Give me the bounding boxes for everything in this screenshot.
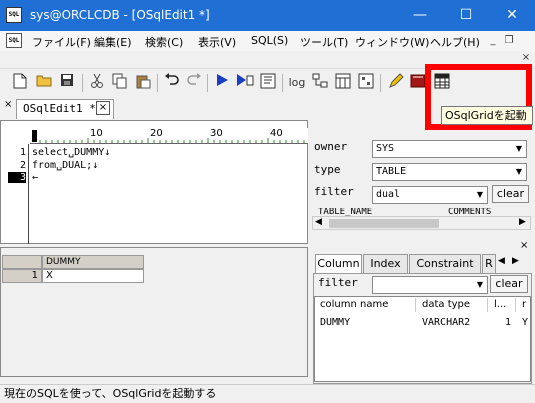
title-bar: SQL sys@ORCLCDB - [OSqlEdit1 *] — ☐ ✕ (0, 0, 535, 31)
ruler-mark: 40 (270, 128, 283, 139)
code-line[interactable]: from␣DUAL;↓ (32, 160, 98, 171)
mdi-close-button[interactable]: × (518, 51, 534, 65)
menu-help[interactable]: ヘルプ(H) (430, 34, 480, 50)
column-header[interactable]: data type (418, 298, 488, 312)
sql-document-icon[interactable]: SQL (6, 33, 22, 48)
code-line[interactable]: select␣DUMMY↓ (32, 147, 110, 158)
close-button[interactable]: ✕ (489, 0, 535, 31)
redo-icon[interactable] (184, 73, 204, 93)
clear-button[interactable]: clear (492, 185, 529, 203)
code-line[interactable]: ← (32, 172, 38, 183)
status-bar: 現在のSQLを使って、OSqlGridを起動する (0, 384, 535, 403)
menu-search[interactable]: 検索(C) (145, 34, 183, 50)
table-browser-icon[interactable] (333, 73, 353, 93)
chevron-down-icon[interactable]: ▼ (512, 164, 526, 180)
schema-icon[interactable] (356, 73, 376, 93)
type-select[interactable]: TABLE (372, 163, 527, 181)
open-folder-icon[interactable] (34, 73, 54, 93)
toolbar-separator (82, 74, 83, 92)
tab-scroll-left-icon[interactable]: ◀ (498, 256, 505, 266)
line-number: 1 (19, 147, 26, 158)
tab-index[interactable]: Index (363, 254, 408, 273)
grid-corner (2, 255, 42, 269)
window-title: sys@ORCLCDB - [OSqlEdit1 *] (30, 8, 210, 22)
mdi-minimize-button[interactable]: _ (485, 34, 501, 48)
save-icon[interactable] (57, 73, 77, 93)
new-file-icon[interactable] (10, 73, 30, 93)
column-header[interactable]: r (518, 298, 530, 312)
grid-cell[interactable]: X (42, 269, 144, 283)
tab-r[interactable]: R (482, 254, 496, 273)
chevron-down-icon[interactable]: ▼ (473, 187, 487, 203)
tab-scroll-right-icon[interactable]: ▶ (512, 256, 519, 266)
maximize-button[interactable]: ☐ (443, 0, 489, 31)
table-filter-input[interactable]: dual (372, 186, 488, 204)
explain-plan-icon[interactable] (258, 73, 278, 93)
editor-ruler: 10 20 30 40 (30, 128, 308, 144)
tab-constraint[interactable]: Constraint (409, 254, 481, 273)
undo-icon[interactable] (162, 73, 182, 93)
ruler-mark: 30 (210, 128, 223, 139)
app-icon: SQL (6, 7, 22, 23)
log-button[interactable]: log (287, 73, 307, 93)
toolbar-separator (157, 74, 158, 92)
scroll-left-icon[interactable]: ◀ (315, 217, 322, 227)
chevron-down-icon[interactable]: ▼ (473, 277, 487, 293)
column-header[interactable]: COMMENTS (448, 208, 528, 216)
menu-sql[interactable]: SQL(S) (251, 34, 288, 47)
toolbar-separator (380, 74, 381, 92)
execute-step-icon[interactable] (235, 73, 255, 93)
column-name-cell[interactable]: DUMMY (320, 317, 350, 328)
tab-column[interactable]: Column (315, 254, 362, 273)
line-number: 2 (19, 160, 26, 171)
column-header[interactable]: column name (316, 298, 416, 312)
close-all-tabs-button[interactable]: × (4, 99, 12, 110)
toolbar-separator (282, 74, 283, 92)
editor-gutter-divider (28, 144, 29, 244)
horizontal-scrollbar[interactable]: ◀ ▶ (312, 216, 531, 230)
grid-row-number: 1 (2, 269, 42, 283)
menu-view[interactable]: 表示(V) (198, 34, 236, 50)
tooltip: OSqlGridを起動 (441, 106, 533, 125)
detail-close-button[interactable]: × (520, 240, 528, 251)
owner-label: owner (314, 140, 348, 153)
column-header[interactable]: TABLE_NAME (318, 208, 438, 216)
nullable-cell[interactable]: Y (522, 317, 528, 328)
data-type-cell[interactable]: VARCHAR2 (422, 317, 470, 328)
menu-bar: SQL ファイル(F) 編集(E) 検索(C) 表示(V) SQL(S) ツール… (0, 31, 535, 63)
pencil-icon[interactable] (386, 73, 406, 93)
column-clear-button[interactable]: clear (490, 275, 528, 293)
menu-file[interactable]: ファイル(F) (32, 34, 91, 50)
column-filter-input[interactable] (372, 276, 488, 294)
cut-icon[interactable] (87, 73, 107, 93)
menu-edit[interactable]: 編集(E) (94, 34, 132, 50)
grid-column-header[interactable]: DUMMY (42, 255, 144, 269)
length-cell[interactable]: 1 (505, 317, 511, 328)
current-line-number: 3 (8, 172, 26, 183)
type-label: type (314, 163, 341, 176)
column-filter-label: filter (318, 276, 358, 289)
filter-label: filter (314, 185, 354, 198)
scroll-right-icon[interactable]: ▶ (519, 217, 526, 227)
object-tree-icon[interactable] (310, 73, 330, 93)
mdi-restore-button[interactable]: ❐ (501, 34, 517, 48)
scrollbar-thumb[interactable] (329, 219, 439, 228)
menu-tools[interactable]: ツール(T) (300, 34, 348, 50)
toolbar-separator (207, 74, 208, 92)
copy-icon[interactable] (110, 73, 130, 93)
menu-window[interactable]: ウィンドウ(W) (355, 34, 429, 50)
column-header[interactable]: l... (490, 298, 516, 312)
tab-close-button[interactable]: × (96, 101, 110, 115)
owner-select[interactable]: SYS (372, 140, 527, 158)
ruler-mark: 10 (90, 128, 103, 139)
minimize-button[interactable]: — (397, 0, 443, 31)
chevron-down-icon[interactable]: ▼ (512, 141, 526, 157)
execute-icon[interactable] (212, 73, 232, 93)
paste-icon[interactable] (133, 73, 153, 93)
ruler-mark: 20 (150, 128, 163, 139)
